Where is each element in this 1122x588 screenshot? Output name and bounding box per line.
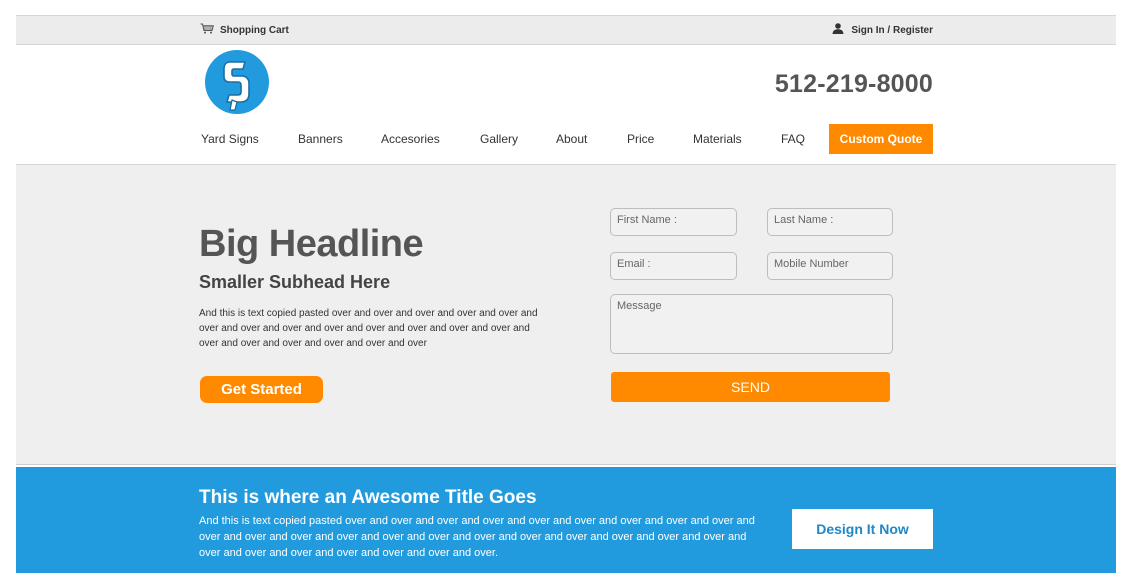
banner-text: And this is text copied pasted over and … <box>199 515 755 559</box>
first-name-placeholder: First Name : <box>617 214 677 226</box>
phone-number[interactable]: 512-219-8000 <box>775 70 933 99</box>
user-icon <box>832 23 844 37</box>
mobile-number-placeholder: Mobile Number <box>774 258 849 270</box>
hero-section: Big Headline Smaller Subhead Here And th… <box>16 165 1116 465</box>
get-started-button[interactable]: Get Started <box>200 376 323 403</box>
nav-item-accesories[interactable]: Accesories <box>381 132 440 146</box>
banner-title: This is where an Awesome Title Goes <box>199 487 537 508</box>
hero-body-text: And this is text copied pasted over and … <box>199 308 538 349</box>
message-placeholder: Message <box>617 300 662 312</box>
promo-banner: This is where an Awesome Title Goes And … <box>16 467 1116 573</box>
nav-item-faq[interactable]: FAQ <box>781 132 805 146</box>
nav-item-gallery[interactable]: Gallery <box>480 132 518 146</box>
page: Shopping Cart Sign In / Register 512-219… <box>0 0 1122 588</box>
send-button[interactable]: SEND <box>611 372 890 402</box>
message-textarea[interactable]: Message <box>610 294 893 354</box>
nav-item-banners[interactable]: Banners <box>298 132 343 146</box>
custom-quote-button[interactable]: Custom Quote <box>829 124 933 154</box>
utility-bar: Shopping Cart Sign In / Register <box>16 15 1116 45</box>
email-field[interactable]: Email : <box>610 252 737 280</box>
shopping-cart-link[interactable]: Shopping Cart <box>200 23 289 37</box>
hero-subhead: Smaller Subhead Here <box>199 272 391 292</box>
hero-headline: Big Headline <box>199 223 424 265</box>
nav-item-about[interactable]: About <box>556 132 587 146</box>
nav-item-price[interactable]: Price <box>627 132 654 146</box>
shopping-cart-label: Shopping Cart <box>220 24 289 36</box>
sign-in-register-link[interactable]: Sign In / Register <box>832 23 933 37</box>
site-frame: Shopping Cart Sign In / Register 512-219… <box>16 15 1116 573</box>
cart-icon <box>200 23 214 37</box>
last-name-placeholder: Last Name : <box>774 214 834 226</box>
mobile-number-field[interactable]: Mobile Number <box>767 252 893 280</box>
design-it-now-button[interactable]: Design It Now <box>792 509 933 549</box>
hero-divider <box>16 464 1116 465</box>
last-name-field[interactable]: Last Name : <box>767 208 893 236</box>
nav-item-materials[interactable]: Materials <box>693 132 742 146</box>
logo-s-icon[interactable] <box>205 50 269 114</box>
first-name-field[interactable]: First Name : <box>610 208 737 236</box>
sign-in-label: Sign In / Register <box>851 24 933 36</box>
main-nav: Yard Signs Banners Accesories Gallery Ab… <box>16 123 1116 155</box>
nav-item-yard-signs[interactable]: Yard Signs <box>201 132 259 146</box>
email-placeholder: Email : <box>617 258 651 270</box>
